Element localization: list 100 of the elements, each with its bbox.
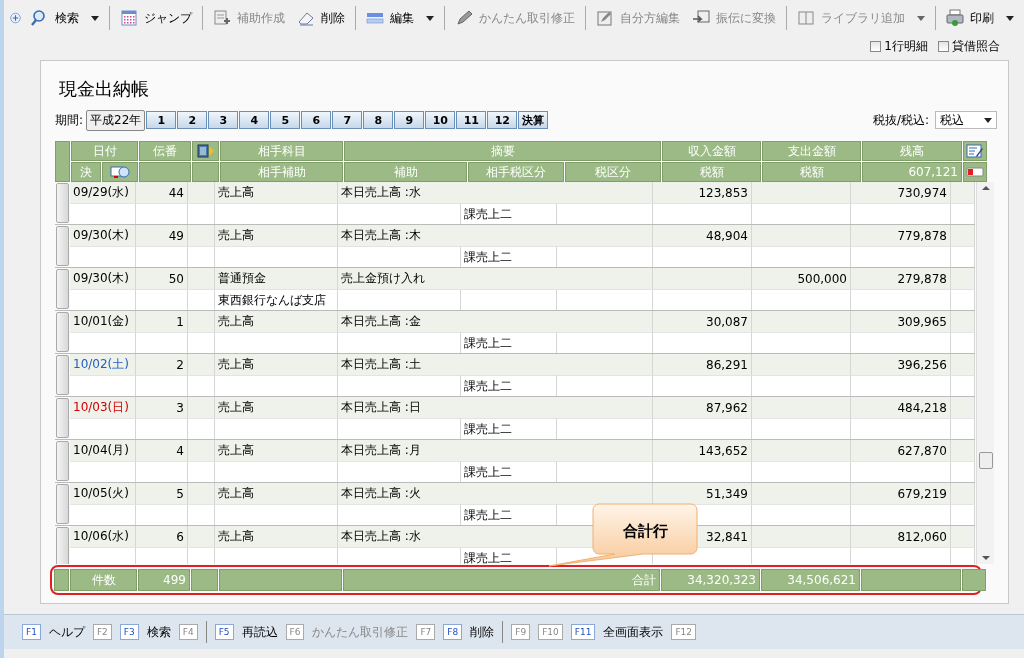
header-cell: 摘要 [344, 141, 661, 161]
footer-cell: 34,320,323 [661, 569, 760, 591]
month-button[interactable]: 4 [239, 111, 270, 129]
month-button[interactable]: 9 [394, 111, 425, 129]
table-cell: 課売上二 [461, 547, 557, 564]
period-label: 期間: [55, 111, 84, 129]
toolbar-button[interactable]: ジャンプ [116, 7, 196, 29]
table-cell: 49 [136, 225, 188, 246]
function-key[interactable]: F11 全画面表示 [570, 623, 664, 641]
table-cell: 課売上二 [461, 332, 557, 353]
table-cell: 10/03(日) [70, 397, 136, 418]
table-cell: 本日売上高 :木 [338, 225, 653, 246]
table-cell: 10/06(水) [70, 526, 136, 547]
tax-mode-select[interactable]: 税込 [935, 111, 997, 129]
header-cell: 収入金額 [662, 141, 761, 161]
month-button[interactable]: 6 [301, 111, 332, 129]
table-cell: 本日売上高 :日 [338, 397, 653, 418]
header-cell: 決 [71, 162, 101, 182]
function-key[interactable]: F1 ヘルプ [22, 623, 85, 641]
table-cell: 売上高 [215, 440, 338, 461]
table-cell: 売上高 [215, 311, 338, 332]
table-cell: 本日売上高 :水 [338, 182, 653, 203]
year-button[interactable]: 平成22年 [86, 109, 146, 131]
table-cell: 4 [136, 440, 188, 461]
table-cell: 30,087 [653, 311, 752, 332]
table-cell: 課売上二 [461, 504, 557, 525]
function-key[interactable]: F8 削除 [443, 623, 495, 641]
table-cell: 309,965 [851, 311, 951, 332]
table-cell: 812,060 [851, 526, 951, 547]
option-label: 1行明細 [884, 37, 928, 55]
table-cell: 売上高 [215, 182, 338, 203]
footer-cell: 34,506,621 [761, 569, 860, 591]
table-cell: 課売上二 [461, 203, 557, 224]
function-key[interactable]: F5 再読込 [214, 623, 278, 641]
table-cell: 51,349 [653, 483, 752, 504]
footer-cell: 件数 [70, 569, 137, 591]
table-cell: 売上高 [215, 483, 338, 504]
table-cell: 本日売上高 :土 [338, 354, 653, 375]
table-cell: 09/30(木) [70, 225, 136, 246]
month-button[interactable]: 2 [177, 111, 208, 129]
toolbar-button[interactable]: 編集 [362, 7, 438, 29]
table-cell: 10/05(火) [70, 483, 136, 504]
function-key[interactable]: F3 検索 [119, 623, 171, 641]
tax-mode-label: 税抜/税込: [872, 111, 929, 129]
table-cell: 44 [136, 182, 188, 203]
table-cell: 本日売上高 :月 [338, 440, 653, 461]
header-cell: 日付 [71, 141, 138, 161]
table-cell: 779,878 [851, 225, 951, 246]
toolbar-button[interactable]: 検索 [27, 7, 103, 29]
table-cell: 10/04(月) [70, 440, 136, 461]
month-button[interactable]: 1 [146, 111, 177, 129]
month-button[interactable]: 12 [487, 111, 518, 129]
table-cell: 課売上二 [461, 246, 557, 267]
table-cell: 279,878 [851, 268, 951, 289]
header-cell: 相手補助 [220, 162, 343, 182]
table-cell: 396,256 [851, 354, 951, 375]
header-cell: 伝番 [139, 141, 191, 161]
month-button[interactable]: 5 [270, 111, 301, 129]
page-title: 現金出納帳 [59, 77, 150, 101]
header-cell: 税額 [662, 162, 761, 182]
footer-cell: 499 [138, 569, 190, 591]
header-cell: 残高 [862, 141, 962, 161]
month-button[interactable]: 3 [208, 111, 239, 129]
month-button[interactable]: 8 [363, 111, 394, 129]
month-button[interactable]: 10 [425, 111, 456, 129]
table-cell: 484,218 [851, 397, 951, 418]
table-cell: 09/29(水) [70, 182, 136, 203]
table-cell: 123,853 [653, 182, 752, 203]
table-cell: 6 [136, 526, 188, 547]
table-cell: 売上高 [215, 526, 338, 547]
month-button[interactable]: 11 [456, 111, 487, 129]
table-cell: 東西銀行なんば支店 [215, 289, 338, 310]
toolbar-button[interactable]: 削除 [293, 7, 349, 29]
table-cell: 679,219 [851, 483, 951, 504]
header-cell: 税額 [762, 162, 861, 182]
table-cell: 3 [136, 397, 188, 418]
table-cell: 売上高 [215, 225, 338, 246]
toolbar-button[interactable]: 印刷 [942, 7, 1018, 29]
month-button[interactable]: 7 [332, 111, 363, 129]
table-cell: 課売上二 [461, 461, 557, 482]
table-cell: 09/30(木) [70, 268, 136, 289]
table-cell: 売上高 [215, 397, 338, 418]
table-cell: 10/01(金) [70, 311, 136, 332]
month-button[interactable]: 決算 [518, 111, 549, 129]
table-cell: 課売上二 [461, 418, 557, 439]
footer-cell: 合計 [343, 569, 660, 591]
table-cell: 本日売上高 :金 [338, 311, 653, 332]
table-cell: 48,904 [653, 225, 752, 246]
table-cell: 50 [136, 268, 188, 289]
table-cell: 普通預金 [215, 268, 338, 289]
header-cell: 相手科目 [220, 141, 343, 161]
table-cell: 1 [136, 311, 188, 332]
table-cell: 500,000 [752, 268, 851, 289]
table-cell: 売上高 [215, 354, 338, 375]
table-cell: 627,870 [851, 440, 951, 461]
header-cell: 税区分 [565, 162, 661, 182]
table-cell: 課売上二 [461, 375, 557, 396]
option-checkbox[interactable]: 貸借照合 [938, 36, 1000, 56]
table-cell: 本日売上高 :火 [338, 483, 653, 504]
option-checkbox[interactable]: 1行明細 [870, 36, 928, 56]
